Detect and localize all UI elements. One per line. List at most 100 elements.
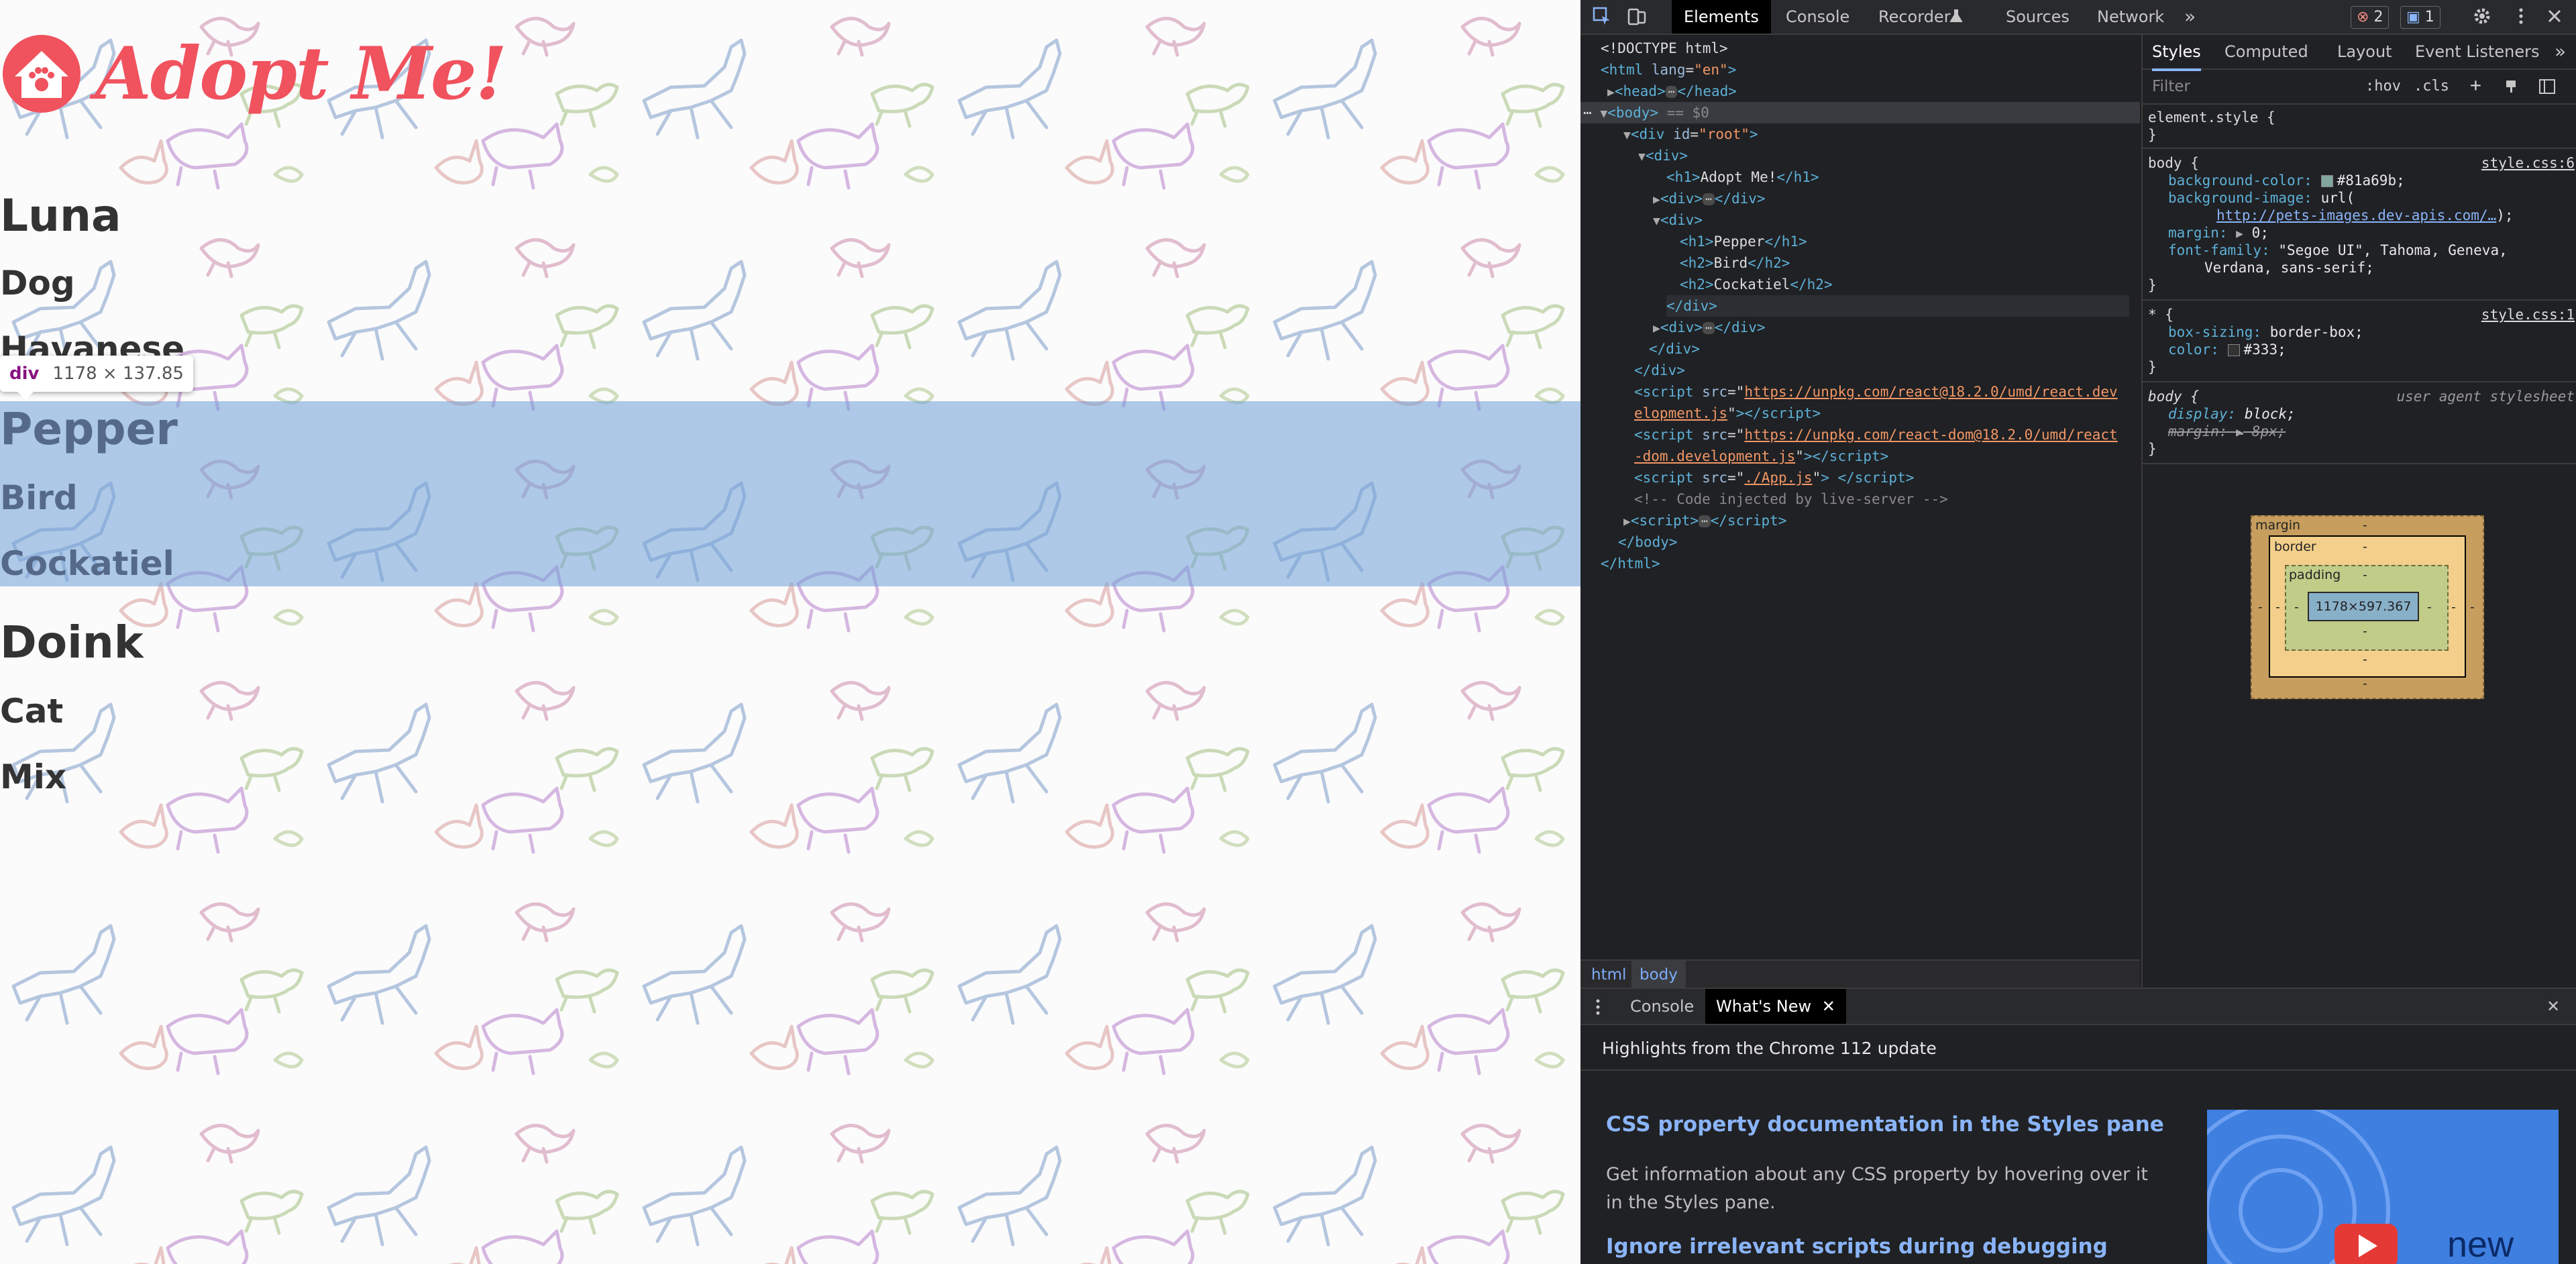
collapsed-ellipsis[interactable]: ⋯ [1703,322,1715,334]
script-link[interactable]: ./App.js [1744,470,1812,486]
inspect-element-icon[interactable] [1591,5,1613,27]
dom-node-div-close[interactable]: </div> [1634,360,1685,381]
declaration[interactable]: box-sizing: border-box; [2168,323,2363,341]
dom-node-h1[interactable]: <h1>Pepper</h1> [1680,231,1807,252]
expand-arrow-icon[interactable]: ▼ [1600,107,1607,121]
rule-star-selector[interactable]: * { [2148,306,2174,323]
paint-bucket-icon[interactable] [2504,78,2520,94]
close-icon[interactable] [2544,5,2565,27]
message-badge[interactable]: ▣ 1 [2400,6,2440,29]
rule-ua-selector[interactable]: body { [2148,388,2199,405]
dom-node-head[interactable]: ▶<head> ⋯ </head> [1607,81,1737,102]
dom-node-div-close[interactable]: </div> [1649,338,1700,360]
declaration[interactable]: font-family: "Segoe UI", Tahoma, Geneva, [2168,242,2508,259]
tab-sources[interactable]: Sources [2006,0,2070,34]
declaration[interactable]: color: #333; [2168,341,2286,358]
dom-node-body-close[interactable]: </body> [1618,531,1678,553]
toggle-sidebar-icon[interactable] [2538,78,2556,95]
declaration[interactable]: margin: ▶ 0; [2168,224,2269,242]
dom-node-script-react[interactable]: <script src="https://unpkg.com/react@18.… [1634,381,2118,403]
drawer-tabbar: Console What's New ✕ ✕ [1580,989,2576,1025]
more-tabs-button[interactable]: » [2184,0,2196,34]
text-node: Adopt Me! [1700,169,1777,185]
script-link[interactable]: elopment.js [1634,405,1727,421]
filter-input[interactable]: Filter [2152,78,2190,95]
dom-node-script-collapsed[interactable]: ▶<script> ⋯ </script> [1623,510,1786,531]
script-link[interactable]: https://unpkg.com/react-dom@18.2.0/umd/r… [1744,427,2117,443]
dom-node-div-close[interactable]: </div> [1666,295,2129,317]
kebab-menu-icon[interactable] [1593,998,1603,1016]
add-rule-icon[interactable]: + [2470,74,2481,96]
hov-button[interactable]: :hov [2365,78,2401,95]
expand-arrow-icon[interactable]: ▼ [1623,128,1631,142]
expand-arrow-icon[interactable]: ▶ [2236,227,2243,241]
kebab-menu-icon[interactable] [2510,5,2532,27]
dom-node-script-reactdom[interactable]: <script src="https://unpkg.com/react-dom… [1634,424,2118,445]
close-drawer-icon[interactable]: ✕ [2546,989,2560,1024]
dom-node-div-collapsed[interactable]: ▶<div> ⋯ </div> [1653,188,1766,209]
dom-node-body-selected[interactable]: ⋯ ▼<body> == $0 [1580,102,2140,123]
prop-name: background-image: [2168,190,2312,206]
whats-new-thumbnail[interactable]: new [2207,1110,2559,1264]
dom-node-div-collapsed[interactable]: ▶<div> ⋯ </div> [1653,317,1766,338]
collapsed-ellipsis[interactable]: ⋯ [1699,515,1711,527]
tab-event-listeners[interactable]: Event Listeners [2415,35,2539,68]
dom-node-h1[interactable]: <h1>Adopt Me!</h1> [1666,166,1819,188]
device-toolbar-icon[interactable] [1626,5,1648,27]
dom-node-doctype[interactable]: <!DOCTYPE html> [1601,38,1728,59]
declaration[interactable]: background-color: #81a69b; [2168,172,2405,189]
tab-styles[interactable]: Styles [2152,35,2201,71]
source-link[interactable]: style.css:6 [2481,154,2575,172]
collapsed-ellipsis[interactable]: ⋯ [1665,86,1678,98]
declaration: display: block; [2168,405,2296,423]
tab-console[interactable]: Console [1786,0,1849,34]
more-tabs-button[interactable]: » [2555,35,2566,68]
dom-node-comment[interactable]: <!-- Code injected by live-server --> [1634,488,1948,510]
drawer-tab-console[interactable]: Console [1630,989,1694,1024]
error-badge[interactable]: ⊗ 2 [2351,6,2390,29]
declaration[interactable]: background-image: url( [2168,189,2355,207]
color-swatch[interactable] [2227,344,2240,356]
breadcrumb-html[interactable]: html [1583,961,1634,989]
prop-value: #81a69b; [2337,172,2405,189]
elements-tree: <!DOCTYPE html> <html lang="en"> ▶<head>… [1580,35,2140,959]
close-icon[interactable]: ✕ [1822,997,1835,1016]
script-link[interactable]: -dom.development.js [1634,448,1795,464]
expand-arrow-icon[interactable]: ▼ [1638,150,1646,164]
expand-arrow-icon[interactable]: ▼ [1653,214,1660,228]
rule-body-selector[interactable]: body { [2148,154,2199,172]
gear-icon[interactable] [2471,5,2493,27]
breadcrumb-body[interactable]: body [1631,961,1686,989]
color-swatch[interactable] [2320,175,2333,187]
tab-network[interactable]: Network [2097,0,2164,34]
dom-node-h2[interactable]: <h2>Bird</h2> [1680,252,1790,274]
cls-button[interactable]: .cls [2414,78,2449,95]
script-link[interactable]: https://unpkg.com/react@18.2.0/umd/react… [1744,384,2117,400]
url-link[interactable]: http://pets-images.dev-apis.com/… [2216,207,2496,223]
box-model-content[interactable]: 1178×597.367 [2308,592,2419,621]
text-node: Pepper [1713,233,1765,250]
dom-node-html[interactable]: <html lang="en"> [1601,59,1736,81]
tab-recorder[interactable]: Recorder [1878,0,1951,34]
feature-link[interactable]: CSS property documentation in the Styles… [1606,1112,2164,1137]
rule-element-style[interactable]: element.style { [2148,109,2275,126]
source-link[interactable]: style.css:1 [2481,306,2575,323]
dom-node-div[interactable]: ▼<div> [1638,145,1688,166]
drawer-tab-whats-new[interactable]: What's New ✕ [1705,989,1846,1024]
logo[interactable]: Adopt Me! [0,27,507,121]
dom-node-script-app[interactable]: <script src="./App.js"> </script> [1634,467,1914,488]
collapsed-ellipsis[interactable]: ⋯ [1703,193,1715,205]
dom-node-root[interactable]: ▼<div id="root"> [1623,123,1758,145]
expand-arrow-icon[interactable]: ▶ [1623,515,1631,529]
dom-node-h2[interactable]: <h2>Cockatiel</h2> [1680,274,1833,295]
tab-elements[interactable]: Elements [1672,0,1771,34]
tab-layout[interactable]: Layout [2337,35,2392,68]
dom-node-div-pepper[interactable]: ▼<div> [1653,209,1703,231]
feature-link[interactable]: Ignore irrelevant scripts during debuggi… [1606,1234,2108,1259]
divider [2143,299,2576,301]
expand-arrow-icon[interactable]: ▶ [1653,193,1660,207]
tab-computed[interactable]: Computed [2224,35,2308,68]
dom-node-html-close[interactable]: </html> [1601,553,1660,574]
expand-arrow-icon[interactable]: ▶ [1607,85,1615,99]
expand-arrow-icon[interactable]: ▶ [1653,321,1660,335]
